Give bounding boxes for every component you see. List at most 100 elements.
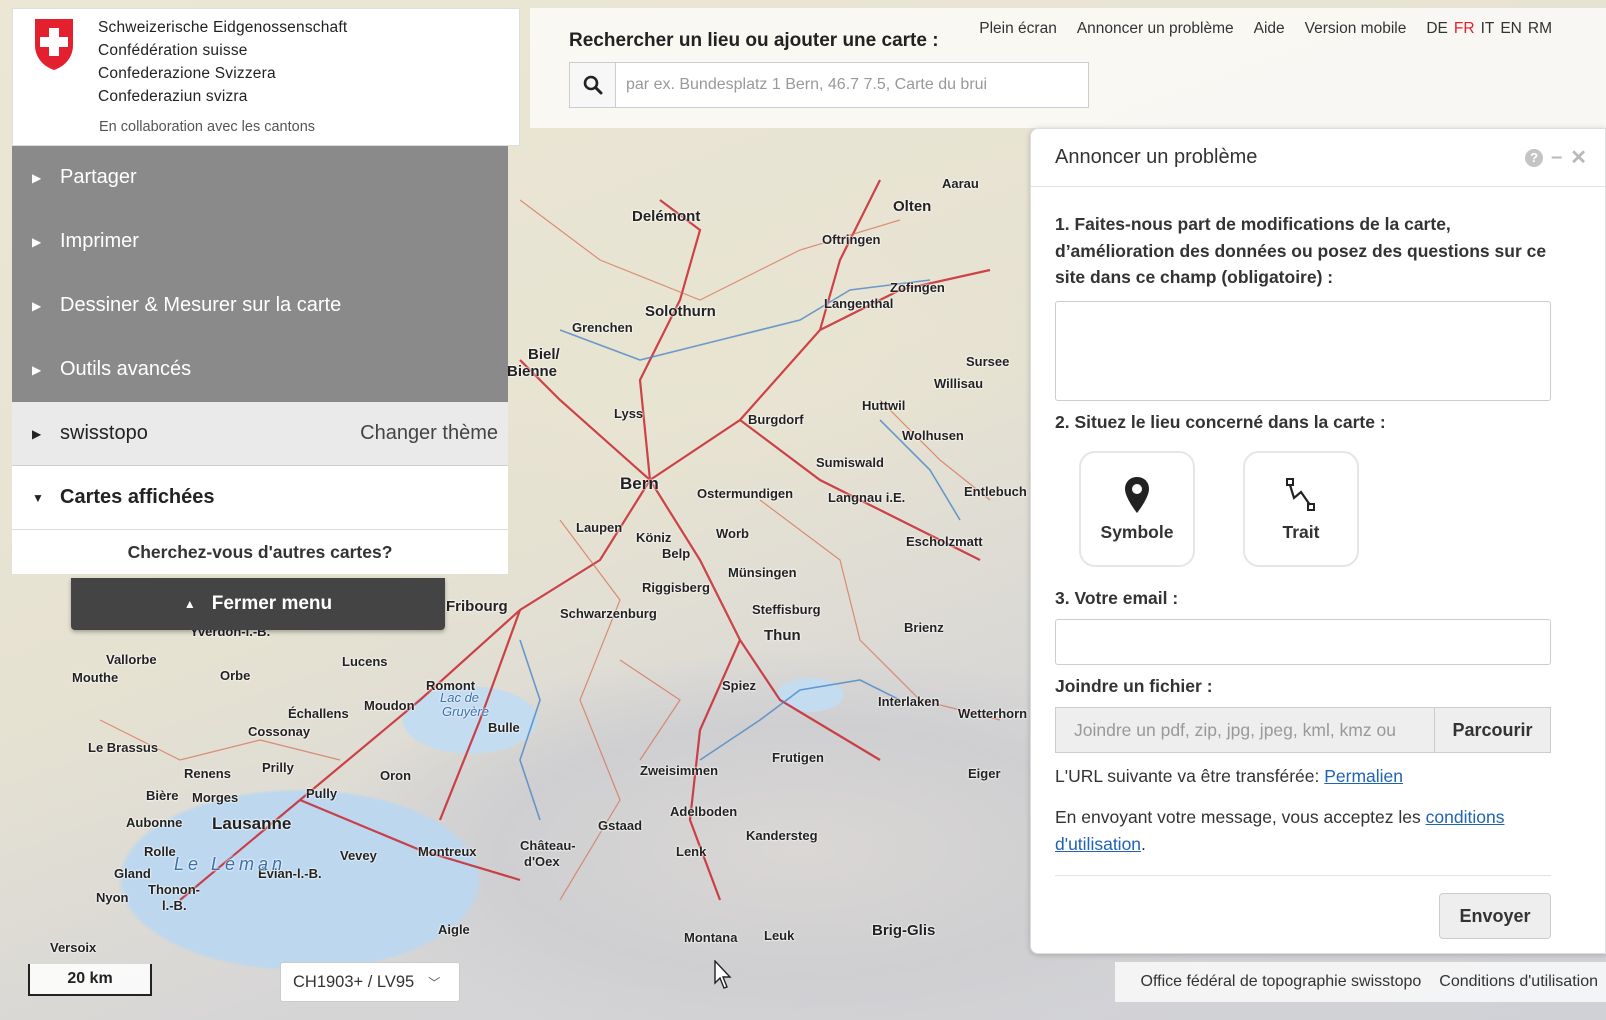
swiss-crest-icon (35, 19, 73, 70)
lang-en[interactable]: EN (1500, 20, 1522, 38)
lang-rm[interactable]: RM (1528, 20, 1552, 38)
lang-it[interactable]: IT (1481, 20, 1495, 38)
message-textarea[interactable] (1055, 301, 1551, 401)
file-input[interactable]: Joindre un pdf, zip, jpg, jpeg, kml, kmz… (1055, 707, 1435, 753)
search-icon (583, 75, 602, 95)
line-button[interactable]: Trait (1243, 451, 1359, 567)
map-label: Lyss (614, 406, 644, 421)
map-label: Huttwil (862, 398, 906, 413)
caret-up-icon: ▲ (183, 597, 196, 611)
top-links: Plein écran Annoncer un problème Aide Ve… (959, 20, 1552, 38)
lang-fr[interactable]: FR (1454, 20, 1475, 38)
menu-item-theme[interactable]: ▶ swisstopo Changer thème (12, 402, 508, 466)
map-label: Escholzmatt (906, 534, 983, 549)
terms-end: . (1141, 834, 1146, 854)
close-menu-button[interactable]: ▲ Fermer menu (71, 578, 445, 630)
search-input[interactable] (616, 63, 1088, 107)
map-label: Fribourg (446, 598, 508, 615)
question-location: 2. Situez le lieu concerné dans la carte… (1055, 412, 1386, 432)
send-button[interactable]: Envoyer (1439, 893, 1551, 939)
map-label: Mouthe (72, 670, 119, 685)
email-field[interactable] (1055, 619, 1551, 665)
other-maps-link[interactable]: Cherchez-vous d'autres cartes? (12, 530, 508, 574)
terms-link[interactable]: d'utilisation (1055, 834, 1141, 854)
menu-item-label: Outils avancés (60, 358, 192, 380)
map-label: d'Oex (524, 854, 560, 869)
fullscreen-link[interactable]: Plein écran (979, 20, 1057, 38)
map-label: Belp (662, 546, 691, 561)
map-label: Adelboden (670, 804, 738, 819)
map-label: Cossonay (248, 724, 311, 739)
map-label: Münsingen (728, 565, 797, 580)
map-label: Gstaad (598, 818, 643, 833)
map-label: Interlaken (878, 694, 940, 709)
search-button[interactable] (570, 63, 616, 107)
menu-item-label: Cartes affichées (60, 486, 215, 508)
menu-item-print[interactable]: ▶ Imprimer (12, 210, 508, 274)
side-menu: ▶ Partager ▶ Imprimer ▶ Dessiner & Mesur… (12, 146, 508, 630)
map-label: Aubonne (126, 815, 183, 830)
map-label: Schwarzenburg (560, 606, 657, 621)
language-switcher: DE FR IT EN RM (1426, 20, 1552, 38)
map-label: Lausanne (212, 814, 292, 833)
browse-button[interactable]: Parcourir (1435, 707, 1551, 753)
confederation-line: Confédération suisse (98, 42, 248, 59)
confederation-logo-box[interactable]: Schweizerische Eidgenossenschaft Confédé… (12, 8, 520, 146)
mobile-version-link[interactable]: Version mobile (1305, 20, 1407, 38)
map-label: Zweisimmen (640, 763, 719, 778)
terms-text: En envoyant votre message, vous acceptez… (1055, 804, 1555, 858)
report-problem-link[interactable]: Annoncer un problème (1077, 20, 1234, 38)
map-label: Thonon- (148, 882, 200, 897)
minimize-icon[interactable]: – (1551, 146, 1562, 169)
map-label: Bern (620, 474, 659, 493)
change-theme-link[interactable]: Changer thème (360, 422, 498, 445)
map-label: Zofingen (890, 280, 945, 295)
menu-item-advanced-tools[interactable]: ▶ Outils avancés (12, 338, 508, 402)
map-label: Frutigen (772, 750, 824, 765)
map-label: Le Léman (174, 854, 287, 874)
map-label: Kandersteg (746, 828, 818, 843)
menu-item-displayed-maps[interactable]: ▼ Cartes affichées (12, 466, 508, 530)
map-label: Oftringen (822, 232, 881, 247)
map-label: Langenthal (824, 296, 894, 311)
report-problem-panel: Annoncer un problème ? – ✕ 1. Faites-nou… (1030, 128, 1606, 954)
map-label: Steffisburg (752, 602, 821, 617)
search-box (569, 62, 1089, 108)
question-description: 1. Faites-nous part de modifications de … (1055, 214, 1547, 287)
map-label: Wetterhorn (958, 706, 1028, 721)
attach-label: Joindre un fichier : (1055, 676, 1213, 696)
symbol-button[interactable]: Symbole (1079, 451, 1195, 567)
caret-down-icon: ▼ (32, 490, 44, 505)
menu-item-share[interactable]: ▶ Partager (12, 146, 508, 210)
map-label: Rolle (144, 844, 176, 859)
panel-header: Annoncer un problème ? – ✕ (1031, 129, 1605, 187)
map-label: Bienne (507, 363, 558, 380)
map-label: Pully (306, 786, 338, 801)
map-label: Renens (184, 766, 231, 781)
map-label: Bulle (488, 720, 520, 735)
lang-de[interactable]: DE (1426, 20, 1448, 38)
map-footer: 20 km CH1903+ / LV95 ﹀ Office fédéral de… (0, 958, 1606, 1020)
map-label: Le Brassus (88, 740, 159, 755)
permalink-link[interactable]: Permalien (1324, 766, 1403, 786)
map-label: l.-B. (162, 898, 187, 913)
coordinate-system-select[interactable]: CH1903+ / LV95 ﹀ (280, 962, 460, 1002)
help-link[interactable]: Aide (1254, 20, 1285, 38)
map-label: Thun (764, 627, 801, 644)
caret-right-icon: ▶ (32, 362, 42, 377)
menu-item-draw-measure[interactable]: ▶ Dessiner & Mesurer sur la carte (12, 274, 508, 338)
help-icon[interactable]: ? (1525, 148, 1544, 167)
close-icon[interactable]: ✕ (1570, 145, 1587, 170)
url-transfer-text: L'URL suivante va être transférée: Perma… (1055, 763, 1403, 790)
office-link[interactable]: Office fédéral de topographie swisstopo (1141, 973, 1422, 991)
map-label: Moudon (364, 698, 415, 713)
header: Schweizerische Eidgenossenschaft Confédé… (12, 8, 1606, 146)
map-label: Oron (380, 768, 412, 783)
terms-of-use-link[interactable]: Conditions d'utilisation (1439, 973, 1598, 991)
symbol-label: Symbole (1100, 521, 1174, 542)
map-label: Delémont (632, 208, 701, 225)
terms-link[interactable]: conditions (1426, 807, 1505, 827)
search-title: Rechercher un lieu ou ajouter une carte … (569, 30, 939, 51)
map-label: Aarau (942, 176, 979, 191)
map-label: Montana (684, 930, 738, 945)
